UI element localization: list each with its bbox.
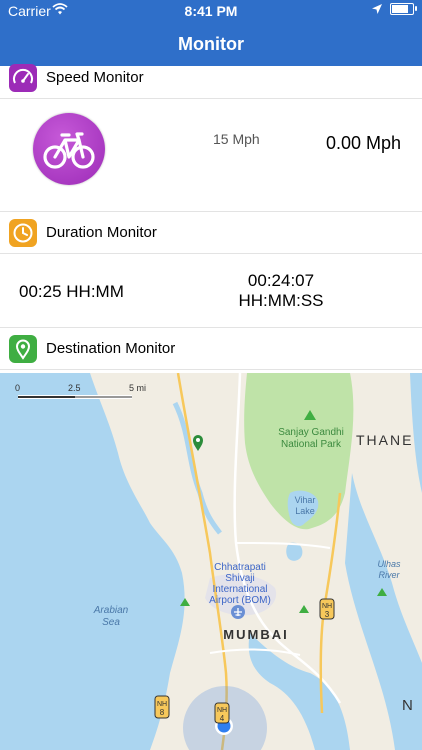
elapsed-unit: HH:MM:SS: [238, 291, 324, 310]
sea-label-1: Arabian: [93, 605, 129, 616]
current-speed-value: 0.00 Mph: [326, 133, 402, 153]
location-pin-icon: [9, 335, 37, 363]
lake-label-1: Vihar: [295, 495, 316, 505]
park-label-2: National Park: [281, 439, 342, 450]
nh3-number: 3: [325, 610, 330, 619]
battery-icon: [390, 3, 417, 15]
speedometer-icon: [9, 64, 37, 92]
speed-row: 15 Mph 0.00 Mph: [0, 99, 422, 212]
elapsed-time: 00:24:07: [247, 271, 315, 290]
nh8-prefix: NH: [157, 701, 167, 708]
creek: [172, 401, 222, 535]
airport-label-2: Shivaji: [225, 573, 254, 584]
destination-monitor-header: Destination Monitor: [0, 329, 422, 370]
arabian-sea: [0, 373, 185, 750]
road-4: [235, 542, 331, 549]
nh4-number: 4: [220, 714, 225, 723]
nh3-prefix: NH: [322, 603, 332, 610]
duration-monitor-title: Duration Monitor: [46, 224, 157, 241]
park-tree-icon: [299, 605, 309, 613]
map-view[interactable]: N 0 2.5 5 mi Sanjay Gandhi National Park …: [0, 373, 422, 750]
city-label: MUMBAI: [223, 627, 288, 642]
page-title: Monitor: [178, 34, 244, 54]
edge-letter-label: N: [402, 697, 415, 714]
park-label-1: Sanjay Gandhi: [278, 427, 344, 438]
svg-text:ViharLake: Vihar Lake: [295, 495, 316, 516]
planned-duration: 00:25 HH:MM: [19, 282, 124, 301]
river-label-1: Ulhas: [377, 559, 401, 569]
speed-limit-value: 15 Mph: [213, 131, 260, 147]
bicycle-icon[interactable]: [33, 113, 105, 185]
speed-monitor-title: Speed Monitor: [46, 69, 144, 86]
airport-label-1: Chhatrapati: [214, 562, 266, 573]
elapsed-duration: 00:24:07 HH:MM:SS: [226, 271, 336, 311]
river-label-2: River: [378, 570, 400, 580]
airport-label-4: Airport (BOM): [209, 595, 271, 606]
thane-label: THANE: [356, 432, 413, 448]
lake-label-2: Lake: [295, 506, 315, 516]
scale-label-0: 0: [15, 383, 20, 393]
svg-text:UlhasRiver: Ulhas River: [377, 559, 401, 580]
speed-monitor-header: Speed Monitor: [0, 58, 422, 99]
nh8-number: 8: [160, 708, 165, 717]
sea-label-2: Sea: [102, 617, 120, 628]
duration-row: 00:25 HH:MM 00:24:07 HH:MM:SS: [0, 254, 422, 328]
scale-label-mid: 2.5: [68, 383, 81, 393]
svg-text:ChhatrapatiShivajiInternationa: Chhatrapati Shivaji International Airport (…: [209, 562, 271, 606]
location-arrow-icon: [372, 4, 382, 14]
nh4-prefix: NH: [217, 707, 227, 714]
status-bar: Carrier 8:41 PM: [0, 0, 422, 22]
clock-icon: [9, 219, 37, 247]
destination-pin-icon: [193, 435, 203, 451]
svg-text:Sanjay GandhiNational Park: Sanjay Gandhi National Park: [278, 427, 344, 450]
destination-monitor-title: Destination Monitor: [46, 340, 176, 357]
status-time: 8:41 PM: [184, 3, 238, 19]
airport-label-3: International: [212, 584, 267, 595]
duration-monitor-header: Duration Monitor: [0, 213, 422, 254]
scale-label-end: 5 mi: [129, 383, 146, 393]
